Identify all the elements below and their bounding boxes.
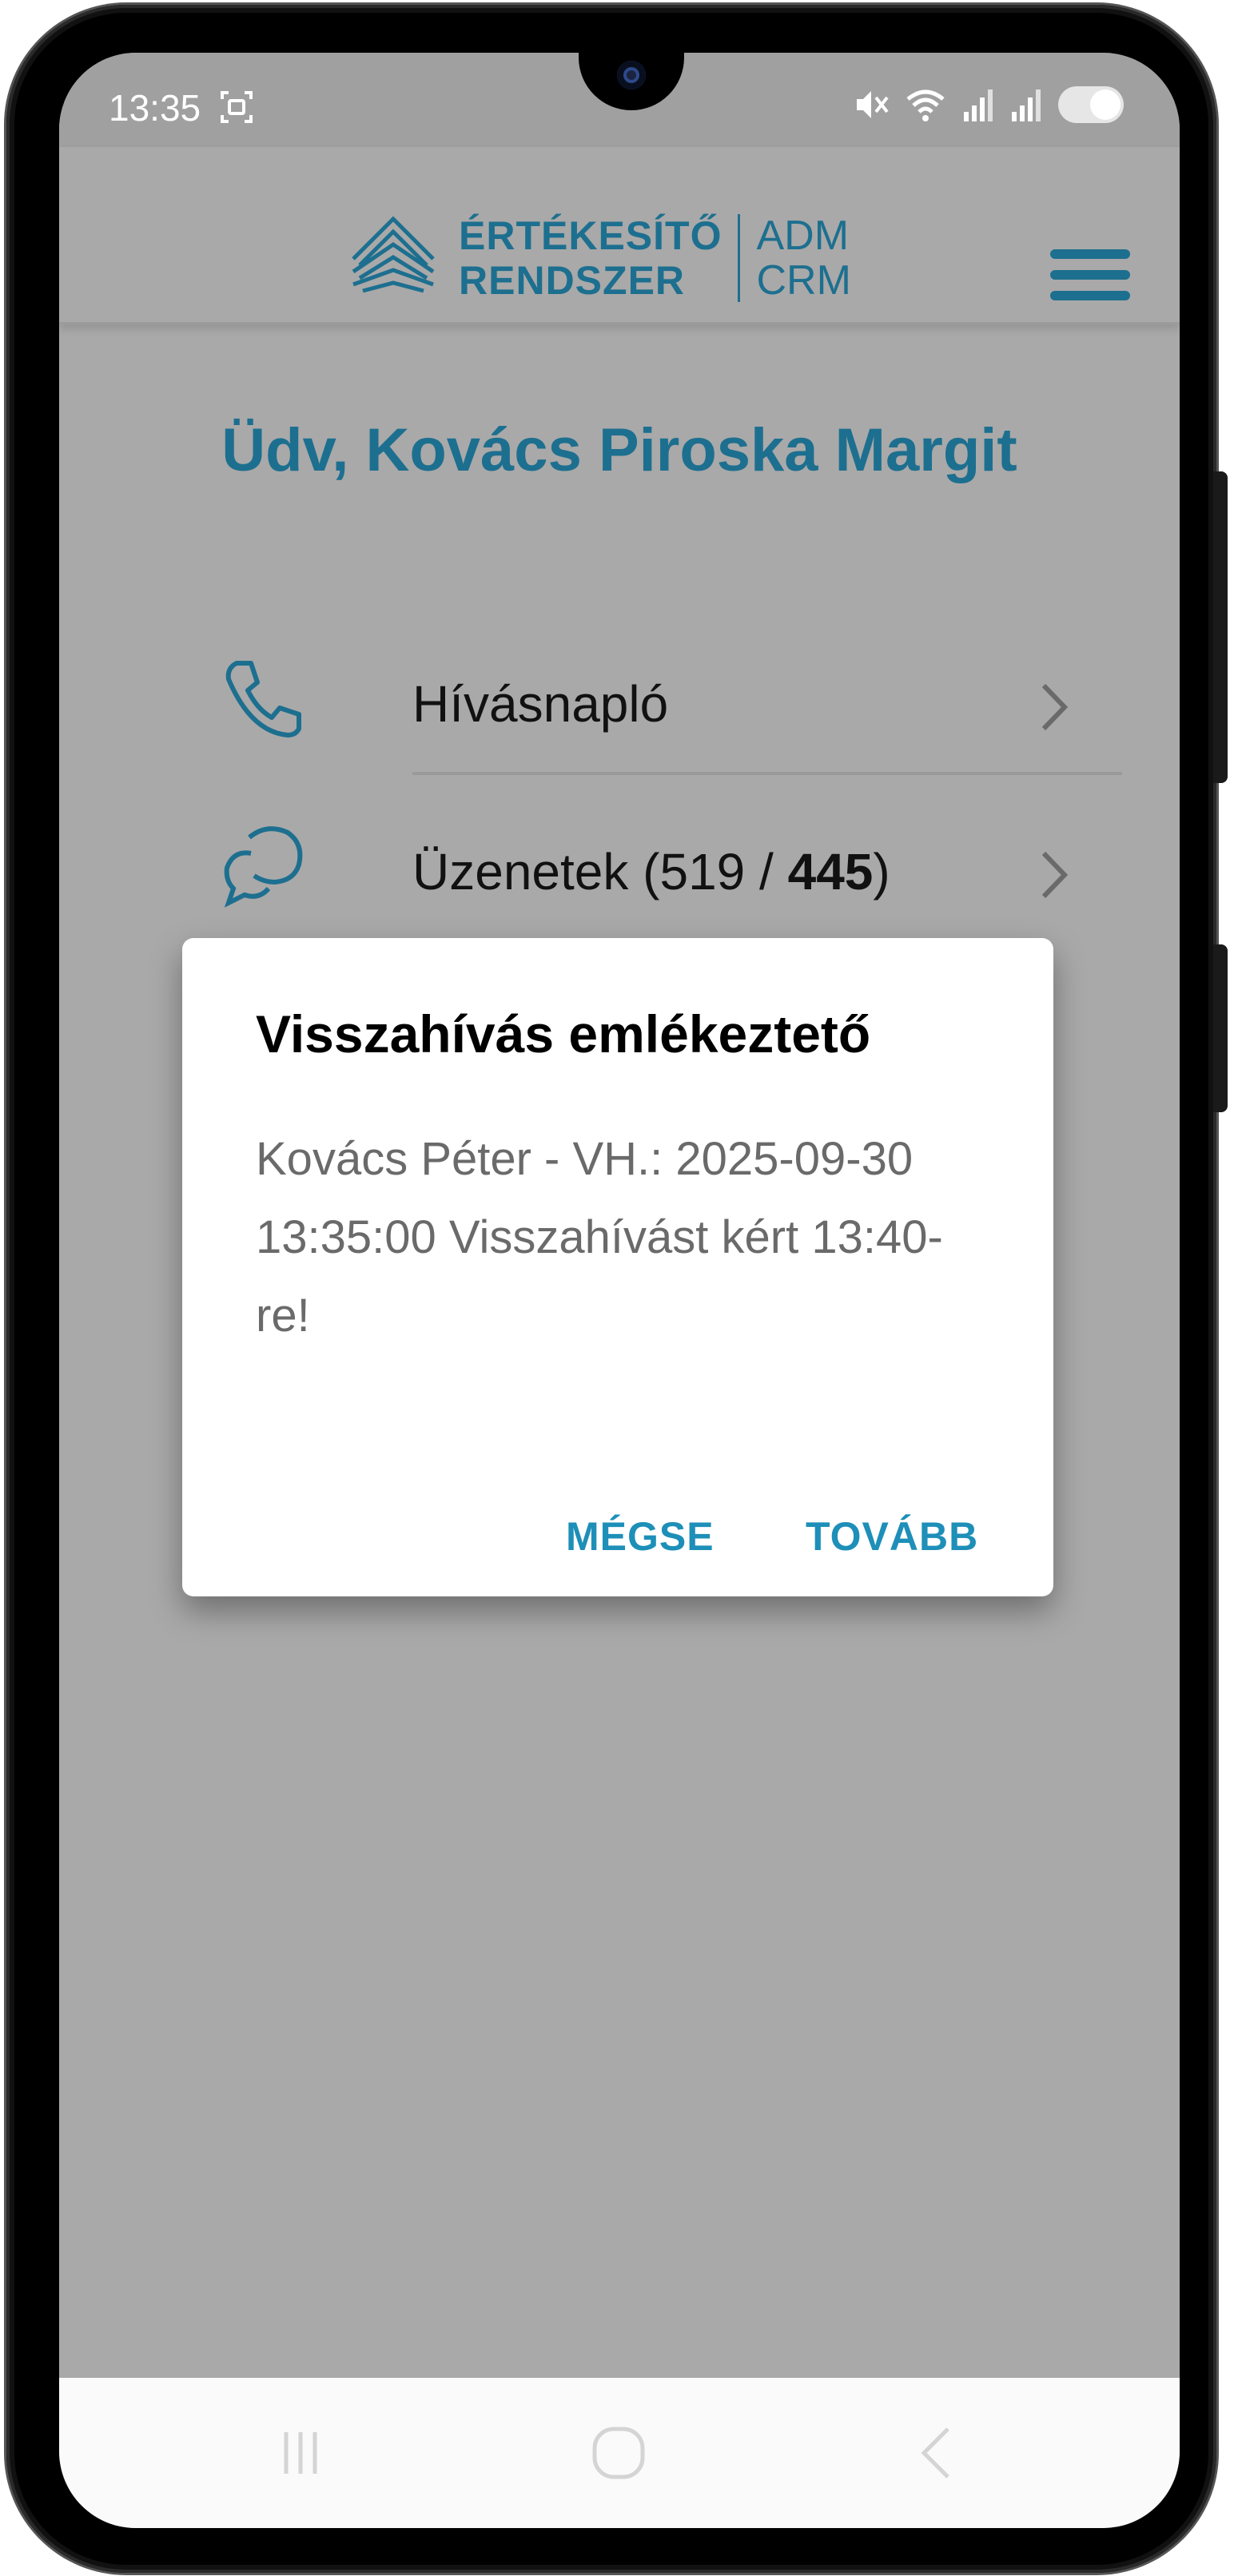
signal-icon	[964, 89, 993, 121]
status-time: 13:35	[109, 87, 201, 129]
signal-icon	[1012, 89, 1041, 121]
mute-icon	[857, 91, 889, 118]
logo-text: ÉRTÉKESÍTŐ RENDSZER	[459, 213, 722, 303]
screen: 13:35 ÉRTÉKESÍTŐ RENDSZER ADM CRM Üdv, K…	[59, 53, 1180, 2528]
chevron-right-icon	[1041, 851, 1069, 899]
continue-button[interactable]: TOVÁBB	[806, 1513, 978, 1560]
recent-apps-icon[interactable]	[269, 2421, 332, 2485]
chevron-right-icon	[1041, 683, 1069, 731]
logo-line2: RENDSZER	[459, 258, 686, 303]
logo-divider	[738, 214, 741, 302]
messages-suffix: )	[873, 843, 890, 900]
messages-count: 445	[787, 843, 874, 900]
dialog-title: Visszahívás emlékeztető	[256, 1004, 871, 1063]
home-icon[interactable]	[587, 2421, 651, 2485]
phone-frame: 13:35 ÉRTÉKESÍTŐ RENDSZER ADM CRM Üdv, K…	[6, 5, 1228, 2573]
logo-mark-icon	[352, 216, 435, 293]
menu-item-label: Hívásnapló	[412, 675, 669, 733]
app-header: ÉRTÉKESÍTŐ RENDSZER ADM CRM	[59, 147, 1180, 324]
volume-button	[1213, 471, 1228, 783]
dialog-message: Kovács Péter - VH.: 2025-09-30 13:35:00 …	[256, 1133, 943, 1342]
logo-crm: CRM	[756, 257, 851, 304]
system-nav-bar	[59, 2378, 1180, 2528]
camera-notch	[579, 53, 684, 110]
greeting-title: Üdv, Kovács Piroska Margit	[221, 416, 1017, 484]
status-bar: 13:35	[59, 53, 1180, 147]
status-icons	[852, 85, 1124, 125]
back-icon[interactable]	[906, 2421, 970, 2485]
app-logo: ÉRTÉKESÍTŐ RENDSZER ADM CRM	[345, 211, 851, 305]
wifi-icon	[906, 89, 945, 121]
battery-icon	[1058, 86, 1124, 123]
hamburger-menu-icon[interactable]	[1050, 249, 1130, 307]
phone-icon	[225, 661, 301, 737]
menu-item-label: Üzenetek (519 / 445)	[412, 842, 890, 901]
logo-subtitle: ADM CRM	[756, 213, 850, 303]
menu-item-messages[interactable]: Üzenetek (519 / 445)	[163, 775, 1122, 943]
callback-reminder-dialog: Visszahívás emlékeztető Kovács Péter - V…	[182, 938, 1053, 1596]
power-button	[1213, 944, 1228, 1112]
menu-item-call-log[interactable]: Hívásnapló	[163, 607, 1122, 775]
chat-icon	[224, 826, 303, 908]
messages-label: Üzenetek (519 /	[412, 843, 788, 900]
camera-icon	[617, 61, 646, 89]
logo-adm: ADM	[756, 213, 850, 259]
cancel-button[interactable]: MÉGSE	[566, 1513, 715, 1560]
screenshot-icon	[221, 91, 253, 123]
logo-line1: ÉRTÉKESÍTŐ	[459, 213, 722, 258]
